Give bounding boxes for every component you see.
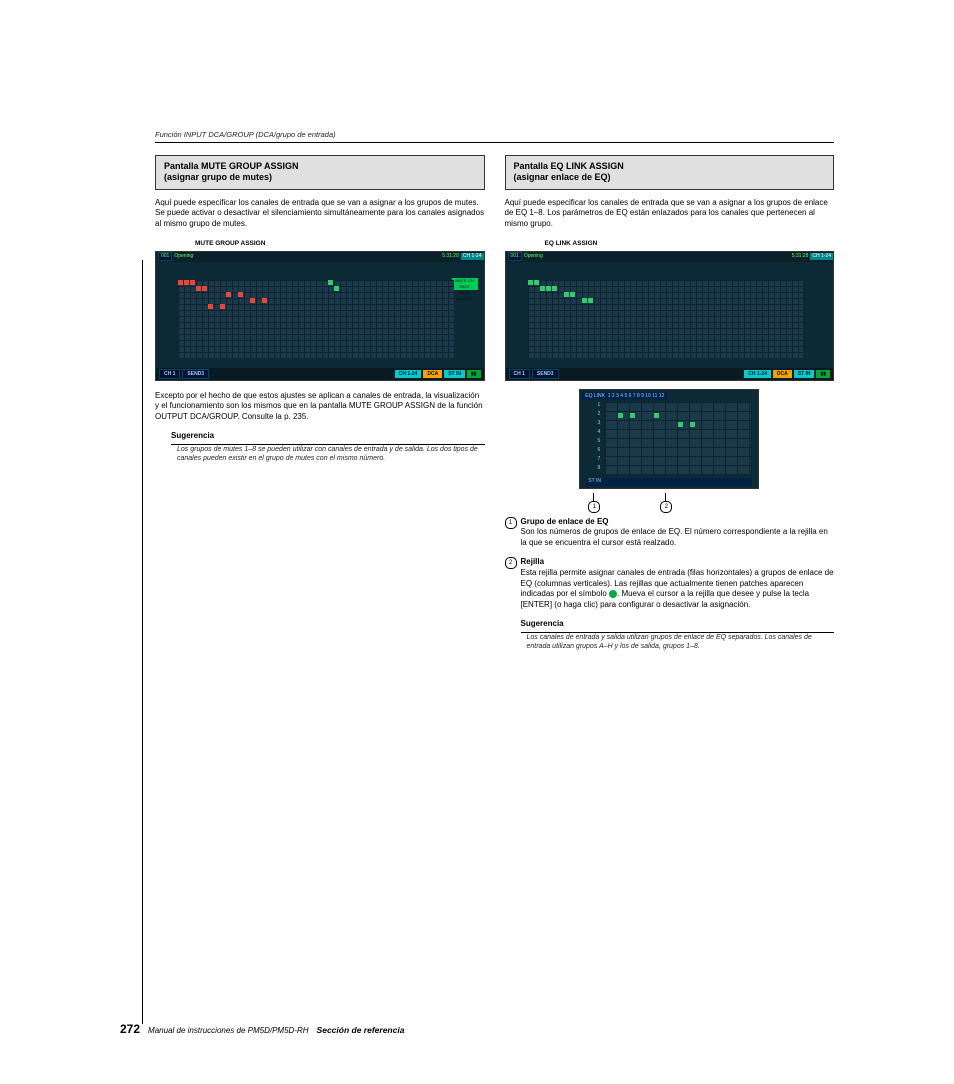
left-after-text: Excepto por el hecho de que estos ajuste…	[155, 391, 485, 423]
eq-link-grid	[528, 280, 804, 358]
detail-rows: 1 2 3 4 5 6 7 8	[586, 402, 752, 476]
right-sugerencia-label: Sugerencia	[521, 619, 835, 630]
two-column-layout: Pantalla MUTE GROUP ASSIGN (asignar grup…	[155, 155, 834, 652]
running-head: Función INPUT DCA/GROUP (DCA/grupo de en…	[155, 130, 834, 143]
left-heading-box: Pantalla MUTE GROUP ASSIGN (asignar grup…	[155, 155, 485, 190]
manual-title: Manual de instrucciones de PM5D/PM5D-RH	[148, 1026, 309, 1035]
screenshot-topbar: 001 Opening 5:31:28 CH 1-24	[156, 252, 484, 262]
mute-assign-grid	[178, 280, 454, 358]
scene-number: 001	[158, 252, 172, 261]
btn-dca-r: DCA	[773, 370, 792, 378]
margin-rule	[142, 260, 143, 1024]
scene-name-r: Opening	[522, 253, 545, 260]
btn-ch-range-r: CH 1-24	[744, 370, 771, 378]
cond-indicator: CH 1-24	[461, 253, 484, 260]
callout-2: 2	[660, 501, 672, 513]
item1-heading: Grupo de enlace de EQ	[521, 517, 835, 528]
definition-list: 1 Grupo de enlace de EQ Son los números …	[505, 517, 835, 611]
screenshot-bottombar-r: CH 1 SEND3 CH 1-24 DCA ST IN ▮▮	[506, 368, 834, 380]
scene-time-r: 5:31:28	[790, 253, 811, 260]
patch-symbol-icon	[609, 590, 617, 598]
btn-stin: ST IN	[444, 370, 465, 378]
left-sugerencia-body: Los grupos de mutes 1–8 se pueden utiliz…	[177, 446, 483, 464]
callout-1: 1	[588, 501, 600, 513]
sug-rule	[171, 444, 485, 445]
right-heading-line1: Pantalla EQ LINK ASSIGN	[514, 161, 624, 171]
item2-heading: Rejilla	[521, 557, 835, 568]
sug-rule-r	[521, 632, 835, 633]
btn-misc-icon-r: ▮▮	[816, 370, 830, 378]
side-buttons: MUTE CH SAFE MUTE MASTER	[452, 278, 478, 290]
mute-master-btn: MUTE MASTER	[452, 290, 478, 302]
sel-ch-label-r: CH 1	[509, 369, 530, 379]
screenshot-topbar-r: 001 Opening 5:31:28 CH 1-24	[506, 252, 834, 262]
sel-send-label-r: SEND3	[532, 369, 559, 379]
detail-inset: EQ LINK 1 2 3 4 5 6 7 8 9 10 11 12 1 2 3…	[579, 389, 759, 489]
screenshot-bottombar: CH 1 SEND3 CH 1-24 DCA ST IN ▮▮	[156, 368, 484, 380]
item1-number: 1	[505, 517, 517, 529]
right-sugerencia-body: Los canales de entrada y salida utilizan…	[527, 634, 833, 652]
page-body: Función INPUT DCA/GROUP (DCA/grupo de en…	[155, 130, 834, 652]
item1-body: Son los números de grupos de enlace de E…	[521, 527, 835, 549]
item2-number: 2	[505, 557, 517, 569]
btn-dca: DCA	[423, 370, 442, 378]
btn-stin-r: ST IN	[794, 370, 815, 378]
right-screenshot-caption: EQ LINK ASSIGN	[545, 240, 835, 249]
section-title: Sección de referencia	[317, 1025, 405, 1035]
right-intro: Aquí puede especificar los canales de en…	[505, 198, 835, 230]
sel-ch-label: CH 1	[159, 369, 180, 379]
cond-indicator-r: CH 1-24	[810, 253, 833, 260]
page-number: 272	[120, 1022, 140, 1036]
detail-header: EQ LINK 1 2 3 4 5 6 7 8 9 10 11 12	[582, 392, 667, 401]
left-heading-line2: (asignar grupo de mutes)	[164, 172, 272, 182]
btn-ch-range: CH 1-24	[395, 370, 422, 378]
scene-number-r: 001	[508, 252, 522, 261]
mute-ch-safe-btn: MUTE CH SAFE	[452, 278, 478, 290]
item2-body: Esta rejilla permite asignar canales de …	[521, 568, 835, 611]
scene-name: Opening	[172, 253, 195, 260]
left-column: Pantalla MUTE GROUP ASSIGN (asignar grup…	[155, 155, 485, 652]
page-footer: 272 Manual de instrucciones de PM5D/PM5D…	[120, 1022, 404, 1036]
scene-time: 5:31:28	[440, 253, 461, 260]
left-heading-line1: Pantalla MUTE GROUP ASSIGN	[164, 161, 299, 171]
left-screenshot-caption: MUTE GROUP ASSIGN	[195, 240, 485, 249]
detail-bottom-label: ST IN	[586, 478, 752, 486]
right-heading-box: Pantalla EQ LINK ASSIGN (asignar enlace …	[505, 155, 835, 190]
left-screenshot: 001 Opening 5:31:28 CH 1-24 MUTE CH SAFE…	[155, 251, 485, 381]
left-intro: Aquí puede especificar los canales de en…	[155, 198, 485, 230]
sel-send-label: SEND3	[182, 369, 209, 379]
right-column: Pantalla EQ LINK ASSIGN (asignar enlace …	[505, 155, 835, 652]
btn-misc-icon: ▮▮	[467, 370, 481, 378]
left-sugerencia-label: Sugerencia	[171, 431, 485, 442]
right-heading-line2: (asignar enlace de EQ)	[514, 172, 611, 182]
detail-callouts: 1 2	[579, 493, 759, 509]
right-screenshot: 001 Opening 5:31:28 CH 1-24	[505, 251, 835, 381]
